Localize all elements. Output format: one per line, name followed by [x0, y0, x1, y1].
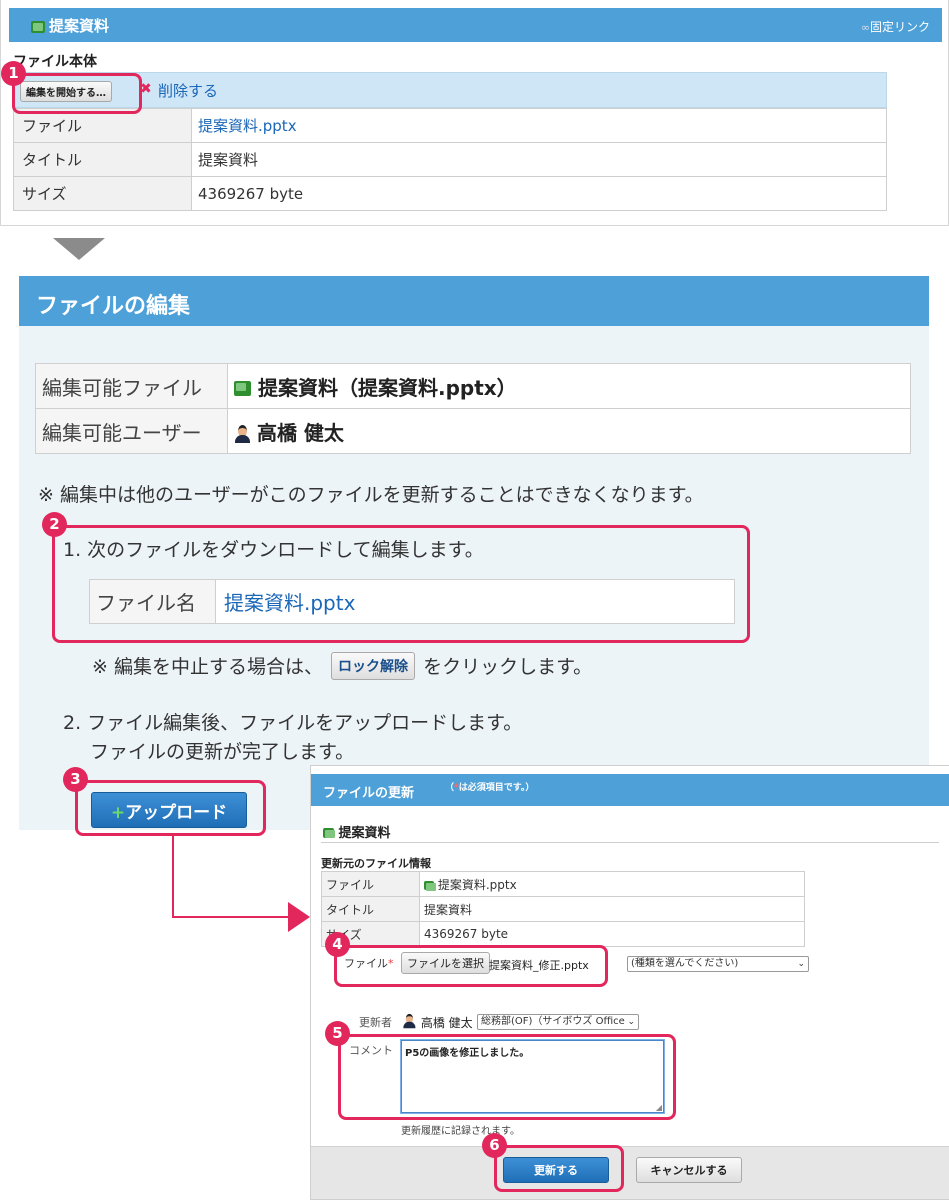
update-header-title: ファイルの更新	[323, 786, 415, 801]
step-badge-6: 6	[482, 1133, 507, 1158]
step-badge-5: 5	[325, 1021, 350, 1046]
step-badge-4: 4	[325, 932, 350, 957]
editable-file-cell: 提案資料（提案資料.pptx）	[227, 363, 911, 409]
unlock-button[interactable]: ロック解除	[331, 652, 416, 680]
required-note-open: （	[445, 783, 455, 793]
chevron-down-icon: ⌄	[797, 959, 805, 969]
editable-user-value: 高橋 健太	[256, 420, 344, 445]
department-select-value: 総務部(OF)（サイボウズ Office	[481, 1016, 625, 1027]
folder-icon	[323, 826, 335, 841]
update-file-title-text: 提案資料	[338, 826, 391, 841]
row-value: 4369267 byte	[419, 921, 805, 947]
department-select[interactable]: 総務部(OF)（サイボウズ Office ⌄	[477, 1014, 639, 1030]
table-row: 編集可能ユーザー 高橋 健太	[35, 408, 911, 454]
table-row: サイズ 4369267 byte	[321, 921, 805, 947]
row-label: 編集可能ファイル	[35, 363, 228, 409]
highlight-download	[52, 525, 750, 643]
type-select-value: (種類を選んでください)	[631, 958, 739, 969]
updater-label: 更新者	[359, 1016, 392, 1029]
chevron-down-icon: ⌄	[627, 1015, 635, 1029]
highlight-upload	[75, 780, 266, 836]
title-divider	[321, 842, 939, 843]
permalink-label[interactable]: 固定リンク	[870, 20, 930, 34]
edit-note: ※ 編集中は他のユーザーがこのファイルを更新することはできなくなります。	[38, 484, 704, 506]
row-value: 提案資料	[419, 896, 805, 922]
row-label: タイトル	[13, 142, 192, 177]
dialog-footer: 更新する キャンセルする	[311, 1146, 949, 1199]
highlight-submit	[494, 1145, 624, 1192]
cancel-note: ※ 編集を中止する場合は、 ロック解除 をクリックします。	[92, 652, 592, 680]
update-header-bar: ファイルの更新 （*は必須項目です。）	[311, 774, 949, 806]
link-icon: ∞	[860, 21, 870, 34]
row-value: 提案資料.pptx	[437, 877, 517, 892]
source-info-table: ファイル 提案資料.pptx タイトル 提案資料 サイズ 4369267 byt…	[321, 871, 805, 947]
step-badge-1: 1	[1, 61, 26, 86]
step2-line1: 2. ファイル編集後、ファイルをアップロードします。	[63, 712, 523, 734]
editable-user-cell: 高橋 健太	[227, 408, 911, 454]
file-info-table: ファイル 提案資料.pptx タイトル 提案資料 サイズ 4369267 byt…	[13, 108, 887, 211]
connector-line-vertical	[172, 835, 174, 918]
row-label: サイズ	[13, 176, 192, 211]
row-label: タイトル	[321, 896, 420, 922]
file-toolbar: 編集を開始する… ✖ 削除する	[13, 72, 887, 108]
row-value: 4369267 byte	[191, 176, 887, 211]
file-header-bar: 提案資料 ∞固定リンク	[9, 8, 942, 42]
table-row: サイズ 4369267 byte	[13, 176, 887, 211]
table-row: ファイル 提案資料.pptx	[321, 871, 805, 897]
update-file-title: 提案資料	[323, 822, 391, 841]
cancel-note-suffix: をクリックします。	[423, 656, 593, 678]
type-select[interactable]: (種類を選んでください) ⌄	[627, 956, 809, 972]
row-label: ファイル	[321, 871, 420, 897]
editable-info-table: 編集可能ファイル 提案資料（提案資料.pptx） 編集可能ユーザー 高橋 健太	[35, 363, 911, 454]
section-label: ファイル本体	[13, 54, 97, 70]
table-row: タイトル 提案資料	[321, 896, 805, 922]
user-icon	[234, 421, 250, 445]
required-note: （*は必須項目です。）	[445, 780, 534, 793]
user-icon	[401, 1013, 417, 1030]
row-label: 編集可能ユーザー	[35, 408, 228, 454]
source-file-cell: 提案資料.pptx	[419, 871, 805, 897]
highlight-file-select	[334, 945, 608, 987]
permalink-link[interactable]: ∞固定リンク	[861, 18, 930, 35]
updater-value: 高橋 健太	[401, 1012, 473, 1031]
highlight-comment	[338, 1034, 676, 1120]
step-badge-2: 2	[42, 512, 67, 537]
updater-name: 高橋 健太	[420, 1016, 473, 1030]
table-row: タイトル 提案資料	[13, 142, 887, 177]
editable-file-value: 提案資料（提案資料.pptx）	[257, 375, 517, 400]
required-note-text: は必須項目です。）	[458, 783, 535, 793]
file-detail-panel: 提案資料 ∞固定リンク ファイル本体 編集を開始する… ✖ 削除する ファイル …	[0, 0, 949, 226]
cancel-note-prefix: ※ 編集を中止する場合は、	[92, 656, 323, 678]
step2-line2: ファイルの更新が完了します。	[90, 741, 355, 763]
folder-icon	[234, 376, 251, 400]
highlight-start-edit	[12, 73, 142, 114]
delete-link[interactable]: 削除する	[158, 80, 218, 101]
folder-icon	[424, 878, 436, 892]
edit-header-bar: ファイルの編集	[19, 276, 929, 326]
step-badge-3: 3	[63, 767, 88, 792]
file-link[interactable]: 提案資料.pptx	[191, 108, 887, 143]
row-value: 提案資料	[191, 142, 887, 177]
file-header-title: 提案資料	[49, 17, 110, 35]
table-row: ファイル 提案資料.pptx	[13, 108, 887, 143]
folder-icon	[31, 17, 45, 36]
source-label: 更新元のファイル情報	[321, 857, 431, 870]
edit-header-title: ファイルの編集	[36, 294, 191, 319]
connector-line-horizontal	[172, 916, 292, 918]
down-arrow	[53, 238, 105, 260]
update-cancel-button[interactable]: キャンセルする	[636, 1157, 742, 1183]
table-row: 編集可能ファイル 提案資料（提案資料.pptx）	[35, 363, 911, 409]
connector-arrowhead	[288, 902, 310, 932]
